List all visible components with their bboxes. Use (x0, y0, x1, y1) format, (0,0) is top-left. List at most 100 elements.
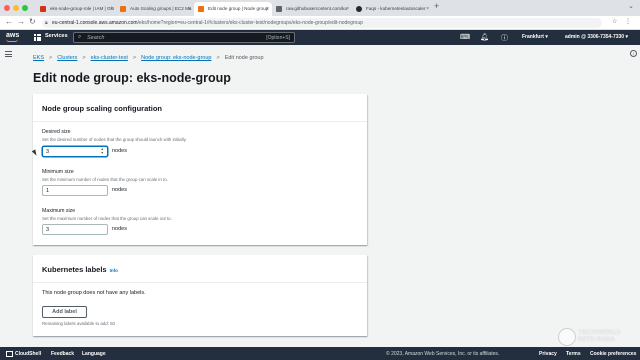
maximum-size-input[interactable]: 3 (42, 224, 108, 235)
cloudshell-icon[interactable] (6, 350, 13, 357)
new-tab-button[interactable]: + (434, 1, 439, 11)
account-menu[interactable]: admin @ 3306-7354-7330 ▾ (565, 34, 628, 40)
breadcrumb: EKS > Clusters > eks-cluster-test > Node group… (33, 55, 264, 61)
browser-extension-icons[interactable]: ☆ ⋮ (612, 18, 634, 25)
tab-search-icon[interactable]: ⌄ (628, 2, 634, 10)
browser-tab-strip: eks-node-group-role | IAM | Glo × Auto S… (0, 0, 640, 16)
cookie-preferences-link[interactable]: Cookie preferences (590, 351, 636, 357)
watermark-line-1: TECHWORLD (578, 329, 621, 336)
breadcrumb-cluster[interactable]: eks-cluster-test (91, 55, 128, 61)
minimize-window-icon[interactable] (13, 5, 19, 11)
aws-logo-text: aws (6, 32, 20, 39)
breadcrumb-node-group[interactable]: Node group: eks-node-group (141, 55, 211, 61)
minimum-size-value: 1 (46, 188, 50, 194)
maximum-size-value: 3 (46, 227, 50, 233)
breadcrumb-eks[interactable]: EKS (33, 55, 44, 61)
favicon-icon (120, 6, 126, 12)
minimum-size-label: Minimum size (42, 169, 74, 175)
search-input[interactable]: ⌕ Search [Option+S] (73, 32, 295, 43)
cloudshell-link[interactable]: CloudShell (15, 351, 41, 357)
remaining-labels-text: Remaining labels available to add: 50 (42, 321, 115, 326)
tab-title: eks-node-group-role | IAM | Glo (50, 6, 115, 11)
privacy-link[interactable]: Privacy (539, 351, 557, 357)
number-stepper-icon[interactable]: ▲ ▼ (101, 147, 104, 155)
browser-tab-github-raw[interactable]: raw.githubusercontent.com/ku × (272, 2, 352, 16)
url-path: /eks/home?region=eu-central-1#/clusters/… (137, 20, 363, 26)
browser-toolbar: ← → ↻ 🔒︎ eu-central-1.console.aws.amazon… (0, 16, 640, 30)
url-host: eu-central-1.console.aws.amazon.com (52, 20, 138, 26)
browser-tab-autoscaling[interactable]: Auto Scaling groups | EC2 Ma × (116, 2, 194, 16)
lock-icon: 🔒︎ (45, 20, 48, 26)
search-shortcut: [Option+S] (266, 35, 290, 41)
breadcrumb-current: Edit node group (224, 55, 264, 61)
search-icon: ⌕ (78, 34, 82, 40)
chevron-right-icon: > (132, 55, 137, 61)
minimum-size-description: Set the minimum number of nodes that the… (42, 177, 168, 182)
channel-watermark: TECHWORLD WITH NANA (558, 326, 630, 350)
terms-link[interactable]: Terms (566, 351, 581, 357)
maximum-size-unit: nodes (112, 226, 127, 232)
watermark-line-2: WITH NANA (578, 336, 616, 343)
desired-size-input[interactable]: 3 ▲ ▼ (42, 146, 108, 157)
aws-top-nav: aws Services ⌕ Search [Option+S] ⌨︎ 🔔︎ ⓘ… (0, 30, 640, 45)
scaling-config-panel: Node group scaling configuration Desired… (33, 94, 367, 245)
breadcrumb-clusters[interactable]: Clusters (57, 55, 77, 61)
minimum-size-input[interactable]: 1 (42, 185, 108, 196)
tab-title: raw.githubusercontent.com/ku (286, 6, 348, 11)
tab-title: Auto Scaling groups | EC2 Ma (130, 6, 192, 11)
page-title: Edit node group: eks-node-group (33, 71, 231, 85)
panel-title: Kubernetes labels Info (33, 255, 367, 283)
bell-icon[interactable]: 🔔︎ (480, 33, 489, 41)
github-icon (356, 6, 362, 12)
search-placeholder: Search (87, 35, 105, 41)
close-window-icon[interactable] (4, 5, 10, 11)
panel-title: Node group scaling configuration (33, 94, 367, 122)
labels-title: Kubernetes labels (42, 265, 107, 274)
tab-title: Edit node group | Node group (208, 6, 269, 11)
watermark-text: TECHWORLD WITH NANA (578, 329, 620, 343)
watermark-logo-icon (558, 328, 576, 346)
chevron-right-icon: > (82, 55, 86, 61)
info-link[interactable]: Info (110, 268, 118, 273)
services-grid-icon[interactable] (34, 34, 41, 41)
kubernetes-labels-panel: Kubernetes labels Info This node group do… (33, 255, 367, 336)
minimum-size-unit: nodes (112, 187, 127, 193)
aws-smile-icon (6, 39, 18, 42)
language-link[interactable]: Language (82, 351, 106, 357)
services-menu[interactable]: Services (45, 33, 68, 39)
close-tab-icon[interactable]: × (188, 2, 191, 16)
info-panel-icon[interactable]: i (630, 50, 637, 57)
no-labels-message: This node group does not have any labels… (42, 290, 146, 296)
window-controls[interactable] (4, 5, 28, 11)
aws-logo[interactable]: aws (6, 32, 20, 42)
browser-tab-edit-node-group[interactable]: Edit node group | Node group × (194, 2, 272, 16)
add-label-button[interactable]: Add label (42, 306, 87, 318)
desired-size-unit: nodes (112, 148, 127, 154)
close-tab-icon[interactable]: × (426, 2, 429, 16)
browser-tab-iam[interactable]: eks-node-group-role | IAM | Glo × (36, 2, 116, 16)
desired-size-description: Set the desired number of nodes that the… (42, 137, 187, 142)
reload-icon[interactable]: ↻ (29, 17, 36, 26)
close-tab-icon[interactable]: × (110, 2, 113, 16)
region-selector[interactable]: Frankfurt ▾ (522, 34, 548, 40)
desired-size-value: 3 (46, 149, 50, 155)
maximize-window-icon[interactable] (22, 5, 28, 11)
close-tab-icon[interactable]: × (266, 2, 269, 16)
help-icon[interactable]: ⓘ (501, 33, 508, 43)
aws-footer: CloudShell Feedback Language © 2023, Ama… (0, 347, 640, 360)
copyright-text: © 2023, Amazon Web Services, Inc. or its… (386, 350, 500, 357)
chevron-right-icon: > (49, 55, 53, 61)
forward-icon[interactable]: → (17, 17, 25, 26)
address-bar[interactable]: 🔒︎ eu-central-1.console.aws.amazon.com/e… (42, 18, 602, 28)
tab-title: Faqs - kubernetes/autoscaler (366, 6, 426, 11)
back-icon[interactable]: ← (5, 17, 13, 26)
close-tab-icon[interactable]: × (346, 2, 349, 16)
cloudshell-icon[interactable]: ⌨︎ (460, 33, 470, 41)
maximum-size-description: Set the maximum number of nodes that the… (42, 216, 172, 221)
feedback-link[interactable]: Feedback (51, 351, 74, 357)
favicon-icon (198, 6, 204, 12)
chevron-right-icon: > (216, 55, 220, 61)
menu-icon[interactable] (5, 51, 12, 57)
browser-tab-faqs[interactable]: Faqs - kubernetes/autoscaler × (352, 2, 432, 16)
favicon-icon (40, 6, 46, 12)
